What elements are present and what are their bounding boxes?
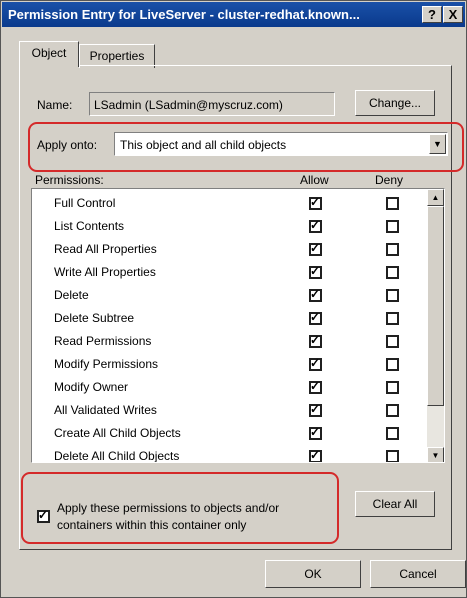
permissions-list: Full Control ✓ List Contents ✓ Read All Prop… [31, 188, 445, 463]
allow-checkbox[interactable]: ✓ [309, 218, 322, 233]
permission-label: List Contents [54, 219, 125, 233]
checkmark-icon: ✓ [310, 333, 321, 347]
deny-header: Deny [375, 173, 404, 187]
permission-row: Delete All Child Objects ✓ [32, 445, 422, 463]
allow-checkbox[interactable]: ✓ [309, 195, 322, 210]
checkmark-icon: ✓ [310, 264, 321, 278]
deny-checkbox[interactable] [386, 197, 399, 210]
checkmark-icon: ✓ [310, 218, 321, 232]
window-title: Permission Entry for LiveServer - cluste… [8, 7, 360, 22]
deny-checkbox[interactable] [386, 289, 399, 302]
permission-label: Create All Child Objects [54, 426, 181, 440]
checkmark-icon: ✓ [310, 195, 321, 209]
checkmark-icon: ✓ [310, 448, 321, 462]
apply-container-label-line1: Apply these permissions to objects and/o… [57, 501, 280, 515]
allow-checkbox[interactable]: ✓ [309, 333, 322, 348]
permission-label: Modify Permissions [54, 357, 159, 371]
change-button[interactable]: Change... [355, 90, 435, 116]
checkmark-icon: ✓ [310, 241, 321, 255]
close-button[interactable]: X [443, 6, 463, 23]
allow-checkbox[interactable]: ✓ [309, 287, 322, 302]
apply-onto-select[interactable]: This object and all child objects ▼ [114, 132, 448, 156]
deny-checkbox[interactable] [386, 243, 399, 256]
permission-entry-dialog: Permission Entry for LiveServer - cluste… [0, 0, 467, 598]
allow-checkbox[interactable]: ✓ [309, 448, 322, 462]
allow-checkbox[interactable]: ✓ [309, 241, 322, 256]
permission-row: Create All Child Objects ✓ [32, 422, 422, 445]
allow-checkbox[interactable]: ✓ [309, 379, 322, 394]
allow-checkbox[interactable]: ✓ [309, 310, 322, 325]
allow-checkbox[interactable]: ✓ [309, 402, 322, 417]
permission-label: Read Permissions [54, 334, 152, 348]
permission-row: Write All Properties ✓ [32, 261, 422, 284]
deny-checkbox[interactable] [386, 220, 399, 233]
deny-checkbox[interactable] [386, 404, 399, 417]
permission-label: Delete [54, 288, 89, 302]
scroll-down-icon[interactable]: ▼ [427, 447, 444, 462]
permission-label: Read All Properties [54, 242, 157, 256]
checkmark-icon: ✓ [310, 310, 321, 324]
checkmark-icon: ✓ [310, 425, 321, 439]
permission-row: Modify Owner ✓ [32, 376, 422, 399]
permission-label: Delete Subtree [54, 311, 135, 325]
apply-onto-value: This object and all child objects [120, 138, 287, 152]
checkmark-icon: ✓ [310, 287, 321, 301]
deny-checkbox[interactable] [386, 450, 399, 462]
permission-row: Read All Properties ✓ [32, 238, 422, 261]
deny-checkbox[interactable] [386, 381, 399, 394]
name-label: Name: [37, 98, 73, 112]
permission-label: All Validated Writes [54, 403, 157, 417]
name-value: LSadmin (LSadmin@myscruz.com) [94, 98, 283, 112]
deny-checkbox[interactable] [386, 266, 399, 279]
permission-label: Write All Properties [54, 265, 156, 279]
permission-label: Modify Owner [54, 380, 129, 394]
scroll-thumb[interactable] [427, 206, 444, 406]
checkmark-icon: ✓ [310, 379, 321, 393]
checkmark-icon: ✓ [310, 356, 321, 370]
name-field: LSadmin (LSadmin@myscruz.com) [89, 92, 335, 116]
apply-container-label-line2: containers within this container only [57, 518, 247, 532]
deny-checkbox[interactable] [386, 358, 399, 371]
permission-row: List Contents ✓ [32, 215, 422, 238]
checkmark-icon: ✓ [38, 508, 49, 522]
cancel-button[interactable]: Cancel [370, 560, 466, 588]
deny-checkbox[interactable] [386, 335, 399, 348]
allow-checkbox[interactable]: ✓ [309, 356, 322, 371]
title-bar: Permission Entry for LiveServer - cluste… [2, 2, 465, 27]
allow-checkbox[interactable]: ✓ [309, 264, 322, 279]
permission-label: Full Control [54, 196, 116, 210]
dropdown-arrow-icon[interactable]: ▼ [429, 134, 446, 154]
tab-object[interactable]: Object [19, 41, 79, 67]
apply-onto-label: Apply onto: [37, 138, 98, 152]
permission-label: Delete All Child Objects [54, 449, 180, 463]
permission-row: Delete Subtree ✓ [32, 307, 422, 330]
deny-checkbox[interactable] [386, 312, 399, 325]
allow-checkbox[interactable]: ✓ [309, 425, 322, 440]
permission-row: Delete ✓ [32, 284, 422, 307]
ok-button[interactable]: OK [265, 560, 361, 588]
scroll-up-icon[interactable]: ▲ [427, 189, 444, 206]
checkmark-icon: ✓ [310, 402, 321, 416]
deny-checkbox[interactable] [386, 427, 399, 440]
permission-row: All Validated Writes ✓ [32, 399, 422, 422]
clear-all-button[interactable]: Clear All [355, 491, 435, 517]
apply-container-checkbox[interactable]: ✓ [37, 508, 50, 523]
help-button[interactable]: ? [422, 6, 442, 23]
permissions-header: Permissions: [35, 173, 104, 187]
permission-row: Read Permissions ✓ [32, 330, 422, 353]
allow-header: Allow [300, 173, 329, 187]
scrollbar[interactable]: ▲ ▼ [427, 189, 444, 462]
permission-row: Modify Permissions ✓ [32, 353, 422, 376]
permission-row: Full Control ✓ [32, 192, 422, 215]
